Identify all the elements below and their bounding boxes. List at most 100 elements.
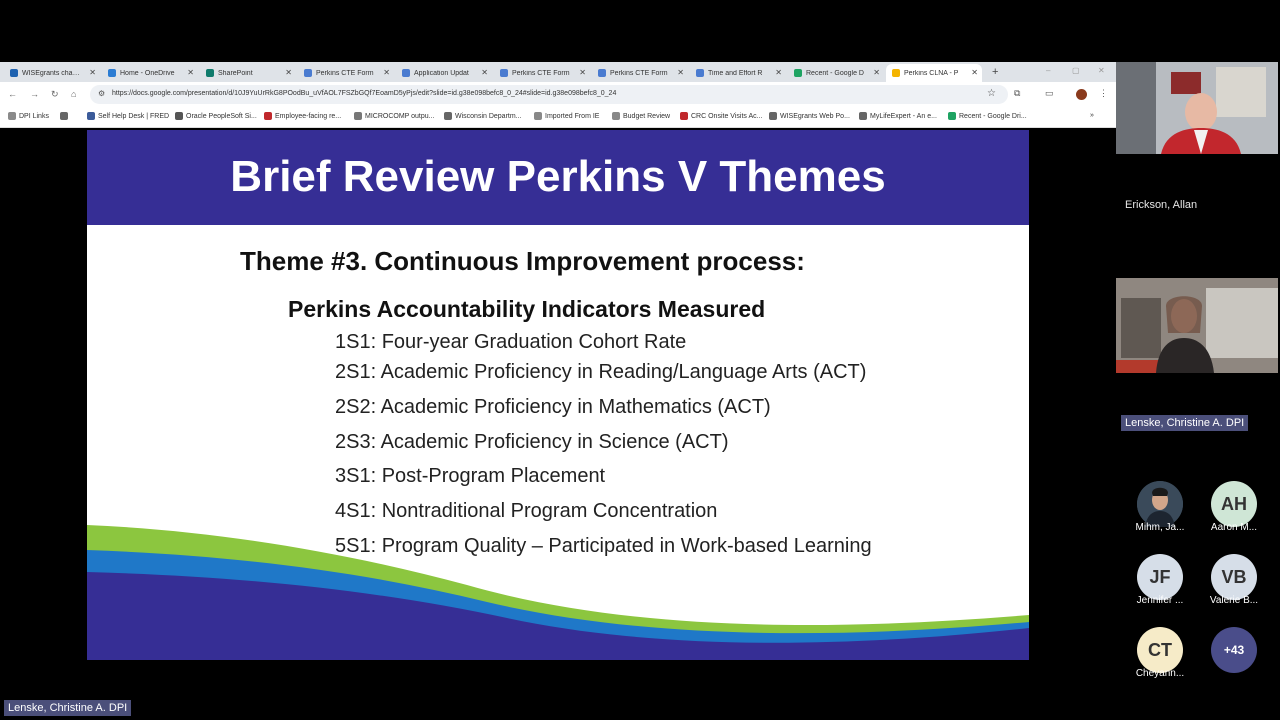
tab-close-icon[interactable]: ✕ — [579, 68, 586, 77]
tab-label: Perkins CLNA - P — [904, 69, 959, 77]
participant-video-erickson[interactable] — [1116, 62, 1278, 154]
tab-label: WISEgrants chang — [22, 69, 80, 77]
bookmark-item[interactable] — [60, 112, 71, 120]
reload-icon[interactable]: ↻ — [51, 89, 59, 100]
tab-close-icon[interactable]: ✕ — [873, 68, 880, 77]
maximize-icon[interactable]: ▢ — [1072, 66, 1080, 75]
menu-icon[interactable]: ⋮ — [1099, 88, 1108, 99]
bookmark-favicon-icon — [859, 112, 867, 120]
forward-icon[interactable]: → — [30, 89, 39, 99]
bookmark-item[interactable]: Wisconsin Departm... — [444, 112, 522, 120]
tab-close-icon[interactable]: ✕ — [481, 68, 488, 77]
navigation-bar: ← → ↻ ⌂ ⚙ https://docs.google.com/presen… — [0, 82, 1116, 107]
tab-favicon-icon — [206, 69, 214, 77]
minimize-icon[interactable]: – — [1046, 66, 1050, 75]
bookmark-item[interactable]: MICROCOMP outpu... — [354, 112, 435, 120]
tab-label: Perkins CTE Form — [512, 69, 570, 77]
browser-tab[interactable]: Home - OneDrive ✕ — [102, 64, 198, 82]
video-frame-erickson — [1116, 62, 1278, 154]
bookmark-item[interactable]: Employee-facing re... — [264, 112, 341, 120]
url-text[interactable]: https://docs.google.com/presentation/d/1… — [112, 90, 616, 97]
video-frame-lenske — [1116, 278, 1278, 373]
indicators-heading: Perkins Accountability Indicators Measur… — [288, 296, 766, 322]
more-participants-button[interactable]: +43 — [1211, 627, 1257, 673]
theme-heading: Theme #3. Continuous Improvement process… — [240, 246, 805, 276]
bookmark-item[interactable]: Oracle PeopleSoft Si... — [175, 112, 257, 120]
tab-favicon-icon — [892, 69, 900, 77]
bookmark-item[interactable]: WISEgrants Web Po... — [769, 112, 850, 120]
bookmark-item[interactable]: DPI Links — [8, 112, 49, 120]
participant-avatar[interactable]: VB — [1211, 554, 1257, 600]
tab-close-icon[interactable]: ✕ — [775, 68, 782, 77]
tab-close-icon[interactable]: ✕ — [383, 68, 390, 77]
browser-tab[interactable]: Time and Effort R ✕ — [690, 64, 786, 82]
tab-close-icon[interactable]: ✕ — [677, 68, 684, 77]
back-icon[interactable]: ← — [8, 89, 17, 99]
presentation-slide: Brief Review Perkins V Themes Theme #3. … — [87, 130, 1029, 660]
browser-tab[interactable]: WISEgrants chang ✕ — [4, 64, 100, 82]
browser-tab[interactable]: SharePoint ✕ — [200, 64, 296, 82]
participant-avatar[interactable] — [1137, 481, 1183, 527]
bookmark-item[interactable]: Self Help Desk | FRED — [87, 112, 169, 120]
decorative-wave — [87, 525, 1029, 660]
bookmark-label: MyLifeExpert - An e... — [870, 112, 937, 120]
bookmark-favicon-icon — [680, 112, 688, 120]
tab-label: Recent - Google D — [806, 69, 864, 77]
participant-avatar[interactable]: CT — [1137, 627, 1183, 673]
tab-favicon-icon — [10, 69, 18, 77]
participant-avatar[interactable]: JF — [1137, 554, 1183, 600]
bookmark-favicon-icon — [444, 112, 452, 120]
split-view-icon[interactable]: ▭ — [1045, 88, 1054, 99]
bookmark-item[interactable]: MyLifeExpert - An e... — [859, 112, 937, 120]
participant-video-lenske[interactable] — [1116, 278, 1278, 373]
bookmarks-bar: DPI Links Self Help Desk | FRED Oracle Peo… — [0, 107, 1116, 128]
new-tab-icon[interactable]: + — [992, 66, 998, 78]
tab-strip: WISEgrants chang ✕ Home - OneDrive ✕ SharePo… — [0, 62, 1116, 82]
tab-label: Perkins CTE Form — [610, 69, 668, 77]
bookmark-item[interactable]: Recent - Google Dri... — [948, 112, 1027, 120]
bookmark-favicon-icon — [264, 112, 272, 120]
avatar-photo — [1137, 481, 1183, 527]
bookmark-favicon-icon — [354, 112, 362, 120]
bookmark-label: Wisconsin Departm... — [455, 112, 522, 120]
bookmark-label: Recent - Google Dri... — [959, 112, 1027, 120]
participant-avatar[interactable]: AH — [1211, 481, 1257, 527]
extensions-icon[interactable]: ⧉ — [1014, 88, 1020, 99]
bookmark-item[interactable]: CRC Onsite Visits Ac... — [680, 112, 762, 120]
tab-label: Application Updat — [414, 69, 469, 77]
browser-tab[interactable]: Application Updat ✕ — [396, 64, 492, 82]
participant-name-lenske: Lenske, Christine A. DPI — [1121, 415, 1249, 431]
browser-tab[interactable]: Recent - Google D ✕ — [788, 64, 884, 82]
tab-close-icon[interactable]: ✕ — [89, 68, 96, 77]
bookmark-label: Self Help Desk | FRED — [98, 112, 170, 120]
bookmark-item[interactable]: Budget Review — [612, 112, 670, 120]
participant-avatar-name: Valerie B... — [1209, 595, 1259, 606]
participant-avatar-name: Cheyann... — [1135, 668, 1185, 679]
bookmark-star-icon[interactable]: ☆ — [987, 88, 996, 99]
bookmark-favicon-icon — [948, 112, 956, 120]
browser-tab[interactable]: Perkins CLNA - P ✕ — [886, 64, 982, 82]
meeting-stage: WISEgrants chang ✕ Home - OneDrive ✕ SharePo… — [0, 0, 1280, 720]
bookmark-label: DPI Links — [19, 112, 49, 120]
browser-tab[interactable]: Perkins CTE Form ✕ — [592, 64, 688, 82]
bookmark-item[interactable]: Imported From IE — [534, 112, 599, 120]
indicator-item: 2S3: Academic Proficiency in Science (AC… — [335, 431, 729, 453]
bookmark-label: MICROCOMP outpu... — [365, 112, 435, 120]
participant-avatar-name: Jennifer ... — [1136, 595, 1184, 606]
home-icon[interactable]: ⌂ — [71, 89, 76, 99]
bookmarks-overflow-icon[interactable]: » — [1090, 112, 1094, 119]
tab-close-icon[interactable]: ✕ — [187, 68, 194, 77]
browser-tab[interactable]: Perkins CTE Form ✕ — [494, 64, 590, 82]
apps-grid-icon — [60, 112, 68, 120]
close-window-icon[interactable]: ✕ — [1098, 66, 1105, 75]
tab-close-icon[interactable]: ✕ — [971, 68, 978, 77]
bookmark-label: Oracle PeopleSoft Si... — [186, 112, 257, 120]
tab-favicon-icon — [500, 69, 508, 77]
profile-avatar[interactable] — [1076, 89, 1087, 100]
browser-tab[interactable]: Perkins CTE Form ✕ — [298, 64, 394, 82]
site-info-icon[interactable]: ⚙ — [98, 89, 105, 98]
participant-name-erickson: Erickson, Allan — [1125, 199, 1198, 211]
tab-close-icon[interactable]: ✕ — [285, 68, 292, 77]
address-bar[interactable]: ⚙ https://docs.google.com/presentation/d… — [90, 85, 1008, 104]
bookmark-label: Budget Review — [623, 112, 671, 120]
